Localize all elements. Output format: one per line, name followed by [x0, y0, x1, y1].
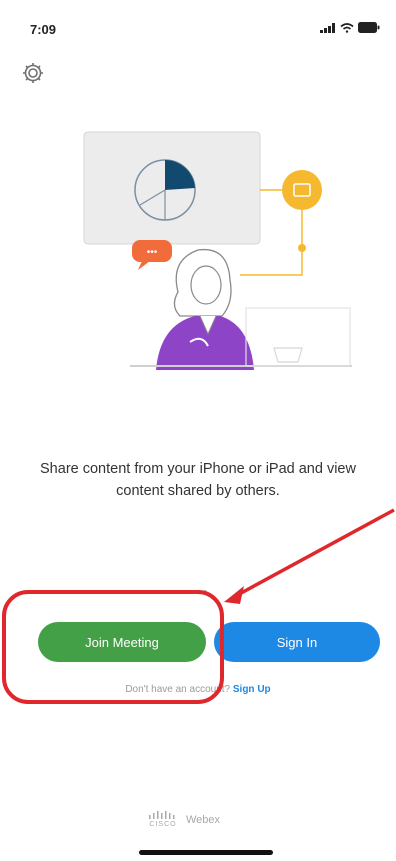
cisco-logo: CISCO	[148, 811, 178, 829]
join-meeting-button[interactable]: Join Meeting	[38, 622, 206, 662]
share-badge	[282, 170, 322, 210]
page-dot[interactable]	[185, 590, 189, 594]
sign-up-link[interactable]: Sign Up	[233, 684, 271, 695]
welcome-illustration: •••	[83, 131, 352, 370]
status-icons	[320, 22, 380, 33]
page-dot[interactable]	[194, 590, 198, 594]
wifi-icon	[340, 22, 354, 33]
sign-in-button[interactable]: Sign In	[214, 622, 380, 662]
page-dot[interactable]	[203, 590, 207, 594]
battery-icon	[358, 22, 380, 33]
home-indicator[interactable]	[139, 850, 273, 855]
settings-button[interactable]	[20, 60, 46, 86]
status-time: 7:09	[30, 22, 57, 37]
cisco-bars-icon	[149, 811, 175, 819]
chat-bubble-text: •••	[147, 247, 158, 258]
page-indicator[interactable]	[176, 590, 207, 594]
signup-prompt: Don't have an account?	[125, 684, 231, 695]
page-dot-active[interactable]	[176, 590, 180, 594]
status-bar: 7:09	[0, 0, 396, 60]
gear-icon	[23, 63, 43, 83]
cisco-text: CISCO	[149, 821, 177, 828]
webex-text: Webex	[186, 814, 221, 826]
signal-icon	[320, 22, 335, 33]
cisco-webex-logo: CISCO Webex	[148, 808, 258, 832]
feature-tagline: Share content from your iPhone or iPad a…	[40, 461, 356, 499]
signup-row: Don't have an account? Sign Up	[0, 684, 396, 695]
